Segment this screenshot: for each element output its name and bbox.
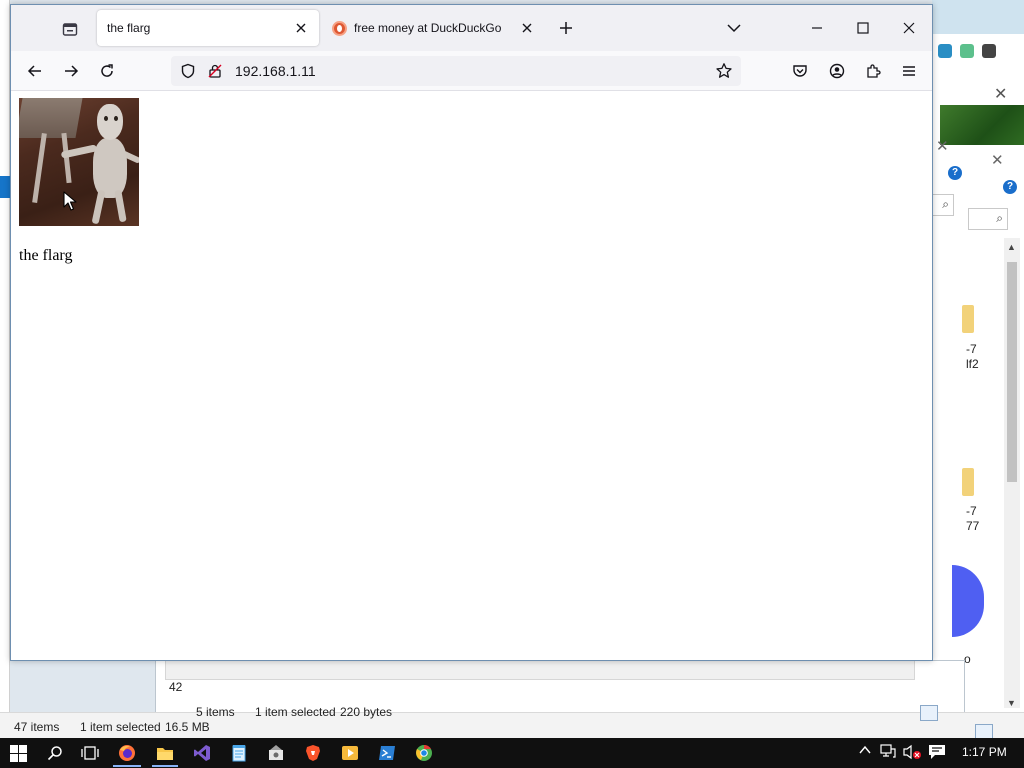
status-selected: 1 item selected [255, 705, 336, 719]
background-window-titlebar [932, 0, 1024, 34]
file-label: -7 [966, 342, 977, 356]
close-icon[interactable]: ✕ [991, 151, 1004, 169]
status-item-count: 5 items [196, 705, 235, 719]
sync-icon [938, 44, 952, 58]
url-bar[interactable]: 192.168.1.11 [171, 56, 741, 86]
taskbar: 1:17 PM [0, 738, 1024, 768]
status-selected: 1 item selected [80, 720, 161, 734]
search-field[interactable]: ⌕ [968, 208, 1008, 230]
notepad-icon[interactable] [229, 743, 249, 763]
list-all-tabs-icon[interactable] [724, 18, 744, 38]
paint-app-icon[interactable] [266, 743, 286, 763]
tab-duckduckgo[interactable]: free money at DuckDuckGo [323, 10, 545, 46]
app-icon [982, 44, 996, 58]
help-icon[interactable]: ? [948, 166, 962, 180]
file-label: -7 [966, 504, 977, 518]
file-label: lf2 [966, 357, 979, 371]
status-size: 220 bytes [340, 705, 393, 719]
active-app-indicator [152, 765, 178, 767]
insecure-lock-icon[interactable] [207, 63, 223, 82]
tab-the-flarg[interactable]: the flarg [97, 10, 319, 46]
close-tab-icon[interactable] [519, 20, 535, 36]
file-label: o [964, 652, 971, 666]
tracking-protection-shield-icon[interactable] [180, 63, 196, 82]
extension-icon [960, 44, 974, 58]
table-shape [19, 98, 83, 138]
tab-title: the flarg [107, 21, 151, 35]
scroll-down-icon[interactable]: ▼ [1007, 698, 1016, 708]
reload-button[interactable] [94, 58, 120, 84]
menu-hamburger-icon[interactable] [896, 58, 922, 84]
bookmark-star-icon[interactable] [715, 62, 733, 83]
search-field[interactable]: ⌕ [932, 194, 954, 216]
search-icon[interactable] [45, 743, 65, 763]
active-app-indicator [113, 765, 141, 767]
volume-muted-icon[interactable] [902, 744, 922, 763]
chrome-icon[interactable] [414, 743, 434, 763]
file-explorer-icon[interactable] [155, 743, 175, 763]
close-icon[interactable]: ✕ [936, 137, 949, 155]
media-player-icon[interactable] [340, 743, 360, 763]
close-tab-icon[interactable] [293, 20, 309, 36]
network-icon[interactable] [880, 744, 898, 763]
tab-title: free money at DuckDuckGo [354, 21, 502, 35]
minimize-button[interactable] [804, 15, 830, 41]
maximize-button[interactable] [850, 15, 876, 41]
scrollbar-thumb[interactable] [1007, 262, 1017, 482]
page-content: the flarg [11, 91, 932, 660]
search-icon: ⌕ [942, 197, 949, 211]
background-toolbar-icons [938, 44, 996, 58]
powershell-icon[interactable] [377, 743, 397, 763]
visual-studio-icon[interactable] [192, 743, 212, 763]
file-label: 77 [966, 519, 980, 533]
partial-label: 42 [169, 680, 183, 694]
back-button[interactable] [22, 58, 48, 84]
account-icon[interactable] [824, 58, 850, 84]
url-text[interactable]: 192.168.1.11 [235, 63, 316, 79]
notifications-icon[interactable] [928, 744, 946, 763]
background-window-edge [0, 0, 10, 712]
close-window-button[interactable] [896, 15, 922, 41]
firefox-view-icon[interactable] [58, 17, 82, 41]
show-hidden-icons-chevron-icon[interactable] [858, 743, 872, 760]
help-icon[interactable]: ? [1003, 180, 1017, 194]
start-button[interactable] [8, 743, 28, 763]
folder-icon [962, 305, 974, 333]
taskbar-clock[interactable]: 1:17 PM [962, 745, 1007, 759]
extensions-icon[interactable] [860, 58, 886, 84]
explorer-status-bar: 5 items 1 item selected 220 bytes [185, 702, 965, 722]
duckduckgo-icon [332, 21, 347, 36]
page-caption: the flarg [19, 247, 73, 264]
status-item-count: 47 items [14, 720, 60, 734]
folder-icon [962, 468, 974, 496]
forward-button[interactable] [58, 58, 84, 84]
ivy-image [940, 105, 1024, 145]
status-size: 16.5 MB [165, 720, 210, 734]
flarg-image [19, 98, 139, 226]
close-icon[interactable]: ✕ [994, 84, 1007, 104]
scrollbar[interactable]: ▲ ▼ [1004, 238, 1020, 708]
horizontal-scrollbar[interactable] [165, 660, 915, 680]
new-tab-button[interactable] [556, 18, 576, 38]
selection-highlight [0, 176, 10, 198]
mouse-cursor-icon [63, 191, 77, 214]
tab-bar: the flarg free money at DuckDuckGo [11, 5, 932, 51]
pocket-icon[interactable] [787, 58, 813, 84]
firefox-window: the flarg free money at DuckDuckGo 192.1… [10, 4, 933, 661]
search-icon: ⌕ [996, 211, 1003, 225]
scroll-up-icon[interactable]: ▲ [1007, 242, 1016, 252]
brave-browser-icon[interactable] [303, 743, 323, 763]
task-view-icon[interactable] [80, 743, 100, 763]
firefox-taskbar-icon[interactable] [117, 743, 137, 763]
tiles-view-button[interactable] [920, 705, 938, 721]
navigation-toolbar: 192.168.1.11 [11, 51, 932, 91]
